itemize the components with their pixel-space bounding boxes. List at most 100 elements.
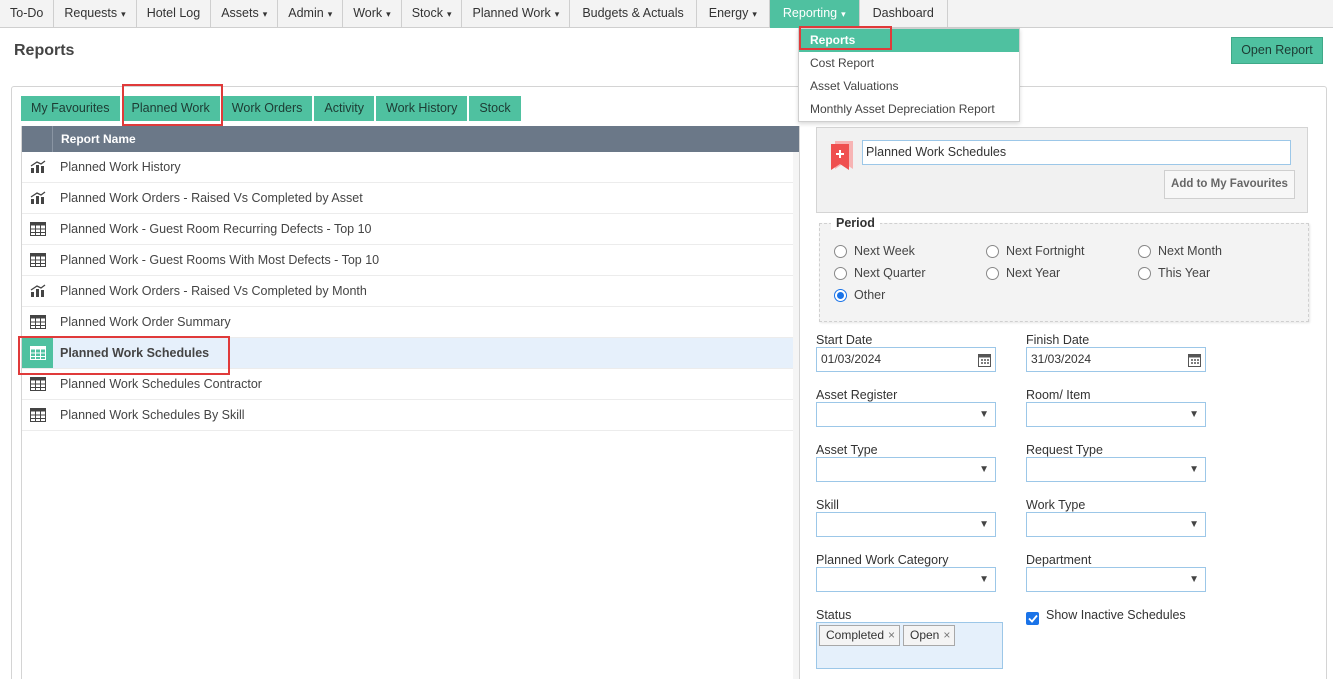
radio-this-year[interactable]: This Year bbox=[1138, 266, 1210, 280]
list-item[interactable]: Planned Work Schedules Contractor bbox=[22, 369, 794, 400]
chevron-down-icon: ▾ bbox=[121, 9, 126, 19]
finish-date-field[interactable]: 31/03/2024 bbox=[1026, 347, 1206, 372]
nav-assets-label: Assets bbox=[221, 6, 259, 20]
nav-assets[interactable]: Assets ▾ bbox=[211, 0, 279, 28]
chevron-down-icon: ▼ bbox=[1189, 574, 1199, 585]
menu-item-monthly-asset-depreciation[interactable]: Monthly Asset Depreciation Report bbox=[799, 98, 1019, 121]
radio-circle[interactable] bbox=[986, 244, 999, 258]
report-name: Planned Work Schedules By Skill bbox=[60, 408, 245, 422]
radio-circle[interactable] bbox=[1138, 244, 1151, 258]
nav-stock[interactable]: Stock ▾ bbox=[402, 0, 463, 28]
list-scrollbar[interactable] bbox=[793, 152, 799, 679]
nav-admin[interactable]: Admin ▾ bbox=[278, 0, 344, 28]
list-item[interactable]: Planned Work Orders - Raised Vs Complete… bbox=[22, 276, 794, 307]
planned-work-category-label: Planned Work Category bbox=[816, 553, 949, 567]
bar-chart-icon bbox=[22, 152, 53, 182]
list-item[interactable]: Planned Work - Guest Rooms With Most Def… bbox=[22, 245, 794, 276]
list-item[interactable]: Planned Work History bbox=[22, 152, 794, 183]
chevron-down-icon: ▼ bbox=[1189, 519, 1199, 530]
calendar-icon[interactable] bbox=[978, 352, 991, 375]
chevron-down-icon: ▼ bbox=[1189, 409, 1199, 420]
start-date-field[interactable]: 01/03/2024 bbox=[816, 347, 996, 372]
radio-other[interactable]: Other bbox=[834, 288, 885, 302]
radio-next-month[interactable]: Next Month bbox=[1138, 244, 1222, 258]
nav-work[interactable]: Work ▾ bbox=[343, 0, 402, 28]
remove-chip-icon[interactable]: × bbox=[888, 628, 895, 642]
chevron-down-icon: ▼ bbox=[979, 409, 989, 420]
radio-circle-selected[interactable] bbox=[834, 288, 847, 302]
nav-energy[interactable]: Energy ▾ bbox=[697, 0, 770, 28]
tab-planned-work[interactable]: Planned Work bbox=[121, 96, 220, 121]
list-item[interactable]: Planned Work Order Summary bbox=[22, 307, 794, 338]
nav-planned-work[interactable]: Planned Work ▾ bbox=[462, 0, 571, 28]
list-item[interactable]: Planned Work Schedules By Skill bbox=[22, 400, 794, 431]
tab-stock[interactable]: Stock bbox=[469, 96, 521, 121]
room-item-label: Room/ Item bbox=[1026, 388, 1091, 402]
nav-planned-work-label: Planned Work bbox=[472, 6, 551, 20]
planned-work-category-select[interactable]: ▼ bbox=[816, 567, 996, 592]
radio-next-year[interactable]: Next Year bbox=[986, 266, 1060, 280]
menu-item-cost-report[interactable]: Cost Report bbox=[799, 52, 1019, 75]
tab-my-favourites[interactable]: My Favourites bbox=[21, 96, 120, 121]
radio-other-label: Other bbox=[854, 288, 886, 302]
bar-chart-icon bbox=[22, 276, 53, 306]
report-name-column-header[interactable]: Report Name bbox=[53, 126, 136, 152]
report-name: Planned Work Schedules Contractor bbox=[60, 377, 262, 391]
request-type-select[interactable]: ▼ bbox=[1026, 457, 1206, 482]
report-name-field[interactable]: Planned Work Schedules bbox=[862, 140, 1291, 165]
tab-work-history[interactable]: Work History bbox=[376, 96, 468, 121]
nav-reporting-label: Reporting bbox=[782, 6, 838, 20]
radio-next-week-label: Next Week bbox=[854, 244, 915, 258]
add-to-favourites-button[interactable]: Add to My Favourites bbox=[1164, 170, 1295, 199]
table-icon bbox=[22, 245, 53, 275]
work-type-label: Work Type bbox=[1026, 498, 1086, 512]
radio-circle[interactable] bbox=[1138, 266, 1151, 280]
chevron-down-icon: ▾ bbox=[446, 9, 452, 19]
menu-item-reports[interactable]: Reports bbox=[799, 29, 1019, 52]
asset-type-select[interactable]: ▼ bbox=[816, 457, 996, 482]
chevron-down-icon: ▾ bbox=[386, 9, 391, 19]
radio-next-year-label: Next Year bbox=[1006, 266, 1061, 280]
table-icon bbox=[22, 307, 53, 337]
open-report-button[interactable]: Open Report bbox=[1231, 37, 1323, 64]
chevron-down-icon: ▾ bbox=[262, 9, 268, 19]
start-date-label: Start Date bbox=[816, 333, 873, 347]
chevron-down-icon: ▼ bbox=[979, 464, 989, 475]
radio-this-year-label: This Year bbox=[1158, 266, 1211, 280]
nav-dashboard[interactable]: Dashboard bbox=[860, 0, 948, 28]
finish-date-value: 31/03/2024 bbox=[1031, 352, 1092, 366]
department-select[interactable]: ▼ bbox=[1026, 567, 1206, 592]
radio-circle[interactable] bbox=[834, 266, 847, 280]
chevron-down-icon: ▾ bbox=[554, 9, 560, 19]
nav-hotel-log[interactable]: Hotel Log bbox=[137, 0, 212, 28]
list-item[interactable]: Planned Work Schedules bbox=[22, 338, 794, 369]
room-item-select[interactable]: ▼ bbox=[1026, 402, 1206, 427]
nav-reporting[interactable]: Reporting ▾ bbox=[769, 0, 860, 28]
show-inactive-checkbox[interactable] bbox=[1026, 612, 1039, 625]
skill-select[interactable]: ▼ bbox=[816, 512, 996, 537]
chevron-down-icon: ▾ bbox=[327, 9, 333, 19]
page-title: Reports bbox=[14, 42, 75, 59]
radio-circle[interactable] bbox=[834, 244, 847, 258]
menu-item-asset-valuations[interactable]: Asset Valuations bbox=[799, 75, 1019, 98]
bookmark-add-icon[interactable] bbox=[829, 139, 855, 174]
status-multiselect[interactable]: Completed × Open × bbox=[816, 622, 1003, 669]
work-type-select[interactable]: ▼ bbox=[1026, 512, 1206, 537]
report-name: Planned Work - Guest Rooms With Most Def… bbox=[60, 253, 380, 267]
asset-register-select[interactable]: ▼ bbox=[816, 402, 996, 427]
radio-next-week[interactable]: Next Week bbox=[834, 244, 915, 258]
tab-activity[interactable]: Activity bbox=[314, 96, 375, 121]
list-item[interactable]: Planned Work Orders - Raised Vs Complete… bbox=[22, 183, 794, 214]
radio-next-quarter[interactable]: Next Quarter bbox=[834, 266, 926, 280]
nav-requests[interactable]: Requests ▾ bbox=[54, 0, 137, 28]
tab-work-orders[interactable]: Work Orders bbox=[221, 96, 313, 121]
nav-budgets-actuals[interactable]: Budgets & Actuals bbox=[570, 0, 697, 28]
calendar-icon[interactable] bbox=[1188, 352, 1201, 375]
remove-chip-icon[interactable]: × bbox=[943, 628, 950, 642]
radio-next-fortnight[interactable]: Next Fortnight bbox=[986, 244, 1085, 258]
nav-todo[interactable]: To-Do bbox=[0, 0, 55, 28]
radio-circle[interactable] bbox=[986, 266, 999, 280]
list-item[interactable]: Planned Work - Guest Room Recurring Defe… bbox=[22, 214, 794, 245]
radio-next-month-label: Next Month bbox=[1158, 244, 1222, 258]
icon-column-header bbox=[22, 126, 53, 152]
